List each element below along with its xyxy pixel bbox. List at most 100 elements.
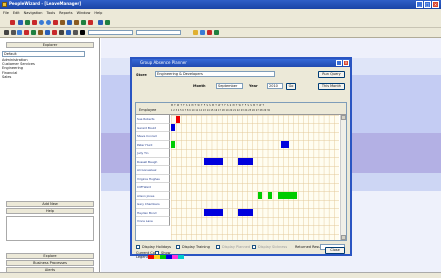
grid-scrollbar[interactable] [340, 115, 346, 240]
add-new-button[interactable]: Add New [6, 201, 94, 207]
employee-icon[interactable] [18, 20, 23, 25]
training-mark[interactable] [278, 192, 297, 200]
menu-file[interactable]: File [3, 11, 9, 15]
employee-row[interactable]: Vince Lane [136, 217, 170, 226]
explore-button[interactable]: Explore [6, 253, 94, 259]
employee-row[interactable]: Gerard Bould [136, 123, 170, 132]
print-icon[interactable] [11, 30, 16, 35]
navigate-icon[interactable] [200, 30, 205, 35]
employee-row[interactable]: Hayden Bond [136, 208, 170, 217]
help-pane [6, 216, 94, 241]
toolbar-combo-1[interactable] [88, 30, 133, 35]
menu-navigation[interactable]: Navigation [24, 11, 43, 15]
chart-icon[interactable] [81, 20, 86, 25]
stop-icon[interactable] [207, 30, 212, 35]
explorer-combo[interactable]: Default [2, 51, 85, 57]
search-icon[interactable] [98, 20, 103, 25]
business-processes-button[interactable]: Business Processes [6, 260, 94, 266]
calendar-cells[interactable] [171, 115, 339, 240]
new-icon[interactable] [31, 30, 36, 35]
dialog-help-button[interactable] [336, 60, 342, 66]
help-button[interactable]: Help [6, 208, 94, 214]
key-icon[interactable] [66, 30, 71, 35]
employee-row[interactable]: Alison Jones [136, 191, 170, 200]
people-icon[interactable] [10, 20, 15, 25]
scroll-down-icon[interactable] [341, 235, 346, 240]
employee-row[interactable]: Steve Conrad [136, 132, 170, 141]
go-icon[interactable] [214, 30, 219, 35]
employee-column-header: Employee [139, 108, 157, 112]
close-button[interactable]: × [432, 1, 439, 8]
folder-icon[interactable] [38, 30, 43, 35]
save-icon[interactable] [45, 30, 50, 35]
refresh-icon[interactable] [52, 30, 57, 35]
holiday-mark[interactable] [238, 209, 253, 217]
employee-row[interactable]: Gary Chambers [136, 200, 170, 209]
star-icon[interactable] [193, 30, 198, 35]
dialog-close-icon[interactable]: × [343, 60, 349, 66]
close-dialog-button[interactable]: Close [325, 247, 345, 254]
menu-tools[interactable]: Tools [47, 11, 56, 15]
holiday-mark[interactable] [204, 209, 223, 217]
document-icon[interactable] [74, 20, 79, 25]
employee-row[interactable]: Judy Tin [136, 149, 170, 158]
calendar-icon[interactable] [39, 20, 44, 25]
display-holidays-label: Display Holidays [142, 245, 171, 249]
explorer-header: Explorer [6, 42, 94, 48]
alert-icon[interactable] [88, 20, 93, 25]
display-holidays-checkbox[interactable] [136, 245, 140, 249]
returned-result-label: Returned Result [295, 245, 323, 249]
list-item[interactable]: Sales [2, 75, 85, 79]
title-bar: PeopleWizard - [LeaveManager] _ □ × [0, 0, 441, 9]
review-icon[interactable] [67, 20, 72, 25]
user-icon[interactable] [80, 30, 85, 35]
this-month-button[interactable]: This Month [318, 83, 345, 90]
display-sickness-label: Display Sickness [258, 245, 288, 249]
holiday-mark[interactable] [238, 158, 253, 166]
export-icon[interactable] [17, 30, 22, 35]
toolbar-combo-2[interactable] [136, 30, 181, 35]
report-icon[interactable] [53, 20, 58, 25]
employee-row[interactable]: Ali Gonsalvez [136, 166, 170, 175]
employee-row[interactable]: Virginia Hughes [136, 174, 170, 183]
grid-header: Employee M T W T F S S M T W T F S S M T… [136, 103, 346, 115]
training-icon[interactable] [60, 20, 65, 25]
menu-window[interactable]: Window [77, 11, 91, 15]
minimize-button[interactable]: _ [416, 1, 423, 8]
holiday-mark[interactable] [281, 141, 289, 149]
training-mark[interactable] [258, 192, 262, 200]
main-toolbar [0, 17, 441, 28]
employee-row[interactable]: Russell Baugh [136, 157, 170, 166]
filter-icon[interactable] [105, 20, 110, 25]
run-query-button[interactable]: Run Query [318, 71, 345, 78]
year-select[interactable]: 2010 [267, 83, 283, 89]
holiday-mark[interactable] [171, 124, 175, 132]
funnel-icon[interactable] [4, 30, 9, 35]
training-mark[interactable] [171, 141, 175, 149]
edit-icon[interactable] [73, 30, 78, 35]
display-planned-checkbox[interactable] [216, 245, 220, 249]
sick-mark[interactable] [176, 115, 180, 123]
maximize-button[interactable]: □ [424, 1, 431, 8]
clock-icon[interactable] [46, 20, 51, 25]
year-label: Year [249, 84, 258, 88]
team-icon[interactable] [25, 20, 30, 25]
display-sickness-checkbox[interactable] [252, 245, 256, 249]
go-button[interactable]: Go [286, 83, 296, 90]
store-label: Store [136, 73, 147, 77]
lock-icon[interactable] [59, 30, 64, 35]
scroll-up-icon[interactable] [341, 115, 346, 120]
store-field[interactable]: Engineering & Developers [155, 71, 275, 77]
month-select[interactable]: September [216, 83, 243, 89]
employee-row[interactable]: Cliff Ward [136, 183, 170, 192]
absence-icon[interactable] [32, 20, 37, 25]
menu-reports[interactable]: Reports [59, 11, 72, 15]
menu-edit[interactable]: Edit [13, 11, 20, 15]
holiday-mark[interactable] [204, 158, 223, 166]
display-training-checkbox[interactable] [176, 245, 180, 249]
training-mark[interactable] [268, 192, 272, 200]
delete-icon[interactable] [24, 30, 29, 35]
menu-help[interactable]: Help [94, 11, 102, 15]
employee-row[interactable]: Sue Roberts [136, 115, 170, 124]
employee-row[interactable]: Peter Hunt [136, 140, 170, 149]
